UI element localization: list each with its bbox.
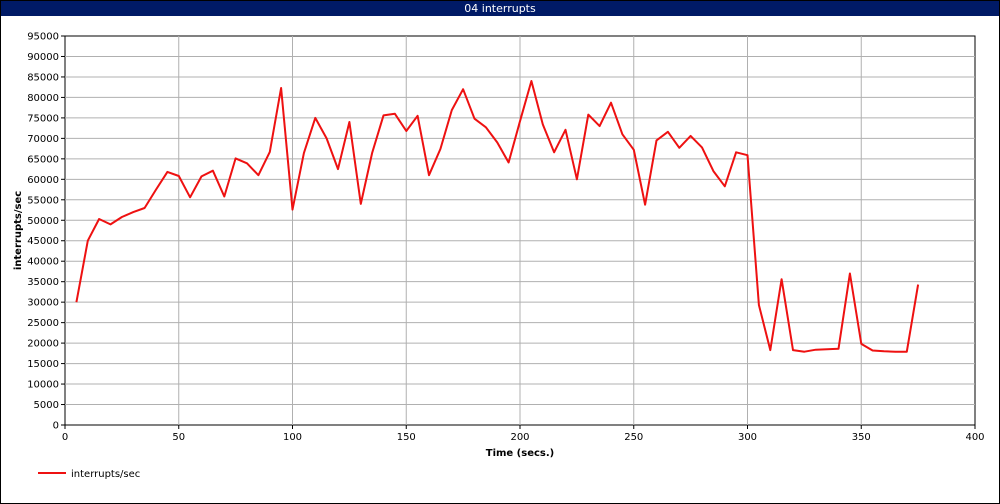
y-tick-label-10: 50000 xyxy=(27,216,59,227)
legend: interrupts/sec xyxy=(38,469,140,480)
y-axis-ticks: 0 5000 10000 15000 20000 25000 30000 35000 40000… xyxy=(27,32,65,432)
x-axis-ticks: 0 50 100 150 200 250 300 350 400 xyxy=(62,425,985,443)
y-tick-label-15: 75000 xyxy=(27,113,59,124)
chart-canvas: 0500010000150002000025000300003500040000… xyxy=(13,32,985,481)
y-tick-label-11: 55000 xyxy=(27,195,59,206)
x-tick-label-6: 300 xyxy=(738,432,757,443)
x-tick-label-0: 0 xyxy=(62,432,68,443)
y-tick-label-17: 85000 xyxy=(27,72,59,83)
y-tick-label-6: 30000 xyxy=(27,298,59,309)
y-tick-label-0: 0 xyxy=(53,421,59,432)
y-tick-label-4: 20000 xyxy=(27,339,59,350)
y-tick-label-1: 5000 xyxy=(34,400,59,411)
y-tick-label-3: 15000 xyxy=(27,359,59,370)
x-axis-title: Time (secs.) xyxy=(486,448,555,459)
x-tick-label-4: 200 xyxy=(510,432,529,443)
x-tick-label-7: 350 xyxy=(852,432,871,443)
y-tick-label-12: 60000 xyxy=(27,175,59,186)
y-tick-label-5: 25000 xyxy=(27,318,59,329)
x-tick-label-8: 400 xyxy=(965,432,984,443)
y-axis-title: interrupts/sec xyxy=(13,191,24,270)
x-tick-label-5: 250 xyxy=(624,432,643,443)
x-tick-label-3: 150 xyxy=(397,432,416,443)
legend-label: interrupts/sec xyxy=(71,469,140,480)
x-tick-label-1: 50 xyxy=(172,432,185,443)
y-tick-label-8: 40000 xyxy=(27,257,59,268)
y-tick-label-9: 45000 xyxy=(27,236,59,247)
y-tick-label-7: 35000 xyxy=(27,277,59,288)
y-tick-label-13: 65000 xyxy=(27,154,59,165)
y-tick-label-18: 90000 xyxy=(27,52,59,63)
y-tick-label-16: 80000 xyxy=(27,93,59,104)
x-tick-label-2: 100 xyxy=(283,432,302,443)
y-tick-label-14: 70000 xyxy=(27,134,59,145)
y-tick-label-2: 10000 xyxy=(27,380,59,391)
y-tick-label-19: 95000 xyxy=(27,32,59,43)
